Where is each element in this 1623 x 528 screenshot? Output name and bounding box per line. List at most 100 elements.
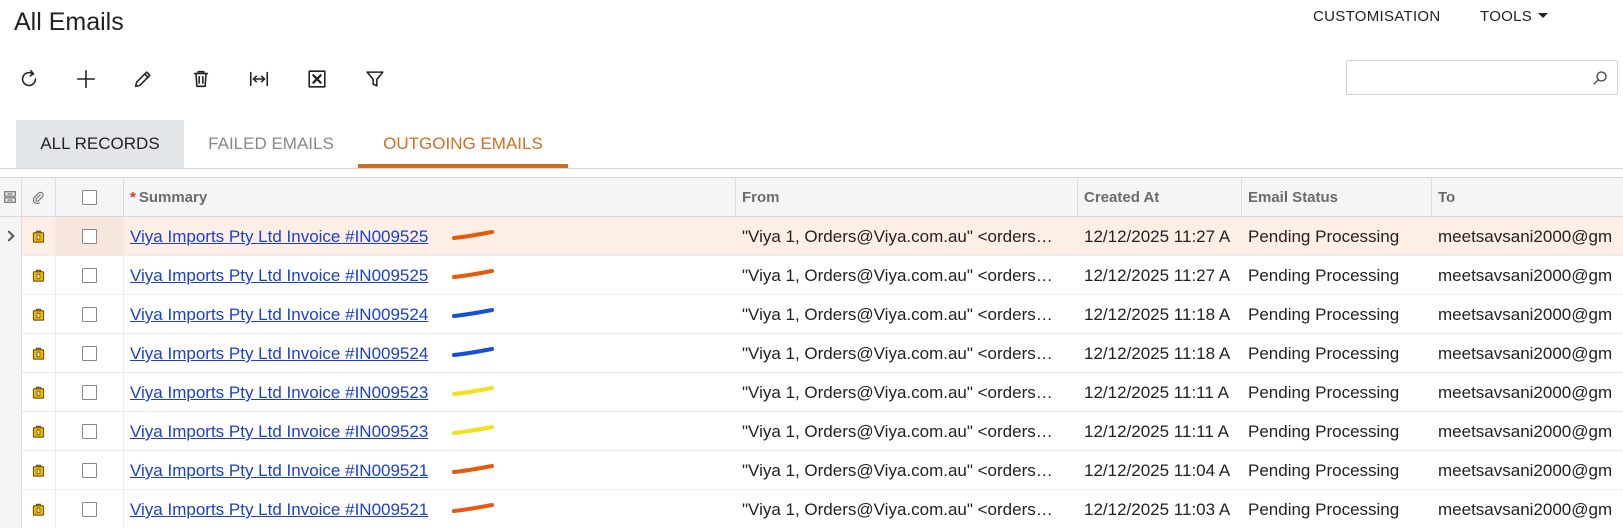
attachment-icon: [32, 503, 45, 516]
column-header-summary-label: Summary: [138, 189, 208, 206]
row-gutter[interactable]: [0, 334, 22, 373]
search-box: [1346, 60, 1618, 95]
attachment-icon: [32, 269, 45, 282]
row-gutter[interactable]: [0, 451, 22, 490]
created-at-cell: 12/12/2025 11:04 A: [1084, 461, 1231, 480]
to-cell: meetsavsani2000@gm: [1438, 227, 1613, 246]
highlight-mark: [452, 269, 494, 279]
created-at-cell: 12/12/2025 11:27 A: [1084, 227, 1231, 246]
table-row[interactable]: Viya Imports Pty Ltd Invoice #IN009525 "V…: [0, 217, 1623, 256]
to-cell: meetsavsani2000@gm: [1438, 383, 1613, 402]
attachment-cell[interactable]: [22, 334, 56, 373]
select-all-header: [56, 178, 124, 217]
row-select-cell: [56, 334, 124, 373]
table-row[interactable]: Viya Imports Pty Ltd Invoice #IN009523 "V…: [0, 412, 1623, 451]
created-at-cell: 12/12/2025 11:27 A: [1084, 266, 1231, 285]
column-header-email-status[interactable]: Email Status: [1242, 178, 1432, 217]
tools-menu[interactable]: TOOLS: [1480, 8, 1549, 25]
attachment-cell[interactable]: [22, 217, 56, 256]
highlight-mark: [452, 308, 494, 318]
row-checkbox[interactable]: [82, 229, 97, 244]
attachment-icon: [32, 425, 45, 438]
row-checkbox[interactable]: [82, 346, 97, 361]
search-input[interactable]: [1347, 61, 1577, 94]
row-checkbox[interactable]: [82, 424, 97, 439]
summary-link[interactable]: Viya Imports Pty Ltd Invoice #IN009524: [130, 305, 428, 324]
row-gutter[interactable]: [0, 295, 22, 334]
summary-link[interactable]: Viya Imports Pty Ltd Invoice #IN009525: [130, 227, 428, 246]
edit-button[interactable]: [128, 64, 158, 94]
fit-columns-button[interactable]: [244, 64, 274, 94]
summary-link[interactable]: Viya Imports Pty Ltd Invoice #IN009525: [130, 266, 428, 285]
table-row[interactable]: Viya Imports Pty Ltd Invoice #IN009523 "V…: [0, 373, 1623, 412]
attachment-cell[interactable]: [22, 373, 56, 412]
row-gutter[interactable]: [0, 373, 22, 412]
filter-button[interactable]: [360, 64, 390, 94]
row-checkbox[interactable]: [82, 268, 97, 283]
tab-all-records[interactable]: ALL RECORDS: [16, 120, 184, 168]
email-status-cell: Pending Processing: [1248, 266, 1400, 285]
add-button[interactable]: [71, 64, 101, 94]
summary-cell: Viya Imports Pty Ltd Invoice #IN009521: [130, 490, 730, 528]
created-at-cell: 12/12/2025 11:18 A: [1084, 305, 1231, 324]
attachment-cell[interactable]: [22, 490, 56, 528]
email-status-cell: Pending Processing: [1248, 344, 1400, 363]
row-settings-header[interactable]: [0, 178, 22, 217]
summary-link[interactable]: Viya Imports Pty Ltd Invoice #IN009523: [130, 383, 428, 402]
from-cell: "Viya 1, Orders@Viya.com.au" <orders@viy…: [742, 227, 1060, 246]
row-checkbox[interactable]: [82, 502, 97, 517]
attachment-icon: [32, 347, 45, 360]
row-gutter[interactable]: [0, 256, 22, 295]
attachment-icon: [32, 386, 45, 399]
tab-failed-emails[interactable]: FAILED EMAILS: [184, 120, 358, 168]
attachment-cell[interactable]: [22, 451, 56, 490]
table-row[interactable]: Viya Imports Pty Ltd Invoice #IN009521 "V…: [0, 451, 1623, 490]
row-gutter[interactable]: [0, 490, 22, 528]
row-gutter[interactable]: [0, 217, 22, 256]
column-header-from[interactable]: From: [736, 178, 1078, 217]
email-status-cell: Pending Processing: [1248, 227, 1400, 246]
table-row[interactable]: Viya Imports Pty Ltd Invoice #IN009521 "V…: [0, 490, 1623, 528]
from-cell: "Viya 1, Orders@Viya.com.au" <orders@viy…: [742, 305, 1060, 324]
row-checkbox[interactable]: [82, 385, 97, 400]
attachment-icon: [32, 464, 45, 477]
summary-link[interactable]: Viya Imports Pty Ltd Invoice #IN009521: [130, 500, 428, 519]
summary-link[interactable]: Viya Imports Pty Ltd Invoice #IN009523: [130, 422, 428, 441]
table-row[interactable]: Viya Imports Pty Ltd Invoice #IN009524 "V…: [0, 295, 1623, 334]
to-cell: meetsavsani2000@gm: [1438, 461, 1613, 480]
chevron-right-icon: [3, 230, 15, 242]
caret-down-icon: [1538, 12, 1549, 18]
email-status-cell: Pending Processing: [1248, 500, 1400, 519]
customisation-menu[interactable]: CUSTOMISATION: [1313, 8, 1441, 25]
email-status-cell: Pending Processing: [1248, 383, 1400, 402]
created-at-cell: 12/12/2025 11:11 A: [1084, 422, 1229, 441]
row-checkbox[interactable]: [82, 463, 97, 478]
created-at-cell: 12/12/2025 11:03 A: [1084, 500, 1231, 519]
summary-link[interactable]: Viya Imports Pty Ltd Invoice #IN009521: [130, 461, 428, 480]
delete-button[interactable]: [186, 64, 216, 94]
column-header-summary[interactable]: * Summary: [124, 178, 736, 217]
table-row[interactable]: Viya Imports Pty Ltd Invoice #IN009525 "V…: [0, 256, 1623, 295]
created-at-cell: 12/12/2025 11:11 A: [1084, 383, 1229, 402]
row-select-cell: [56, 490, 124, 528]
search-icon[interactable]: [1591, 69, 1609, 87]
tab-outgoing-emails[interactable]: OUTGOING EMAILS: [358, 120, 568, 168]
summary-link[interactable]: Viya Imports Pty Ltd Invoice #IN009524: [130, 344, 428, 363]
row-gutter[interactable]: [0, 412, 22, 451]
export-excel-button[interactable]: [302, 64, 332, 94]
column-header-to[interactable]: To: [1432, 178, 1623, 217]
column-header-created-at[interactable]: Created At: [1078, 178, 1242, 217]
from-cell: "Viya 1, Orders@Viya.com.au" <orders@viy…: [742, 383, 1060, 402]
highlight-mark: [452, 230, 494, 240]
refresh-button[interactable]: [14, 64, 44, 94]
page-title: All Emails: [14, 8, 124, 36]
attachment-cell[interactable]: [22, 295, 56, 334]
table-row[interactable]: Viya Imports Pty Ltd Invoice #IN009524 "V…: [0, 334, 1623, 373]
required-asterisk: *: [130, 189, 136, 206]
select-all-checkbox[interactable]: [82, 190, 97, 205]
attachment-cell[interactable]: [22, 256, 56, 295]
emails-grid: * Summary From Created At Email Status To…: [0, 177, 1623, 528]
row-checkbox[interactable]: [82, 307, 97, 322]
attachment-cell[interactable]: [22, 412, 56, 451]
attachment-header[interactable]: [22, 178, 56, 217]
